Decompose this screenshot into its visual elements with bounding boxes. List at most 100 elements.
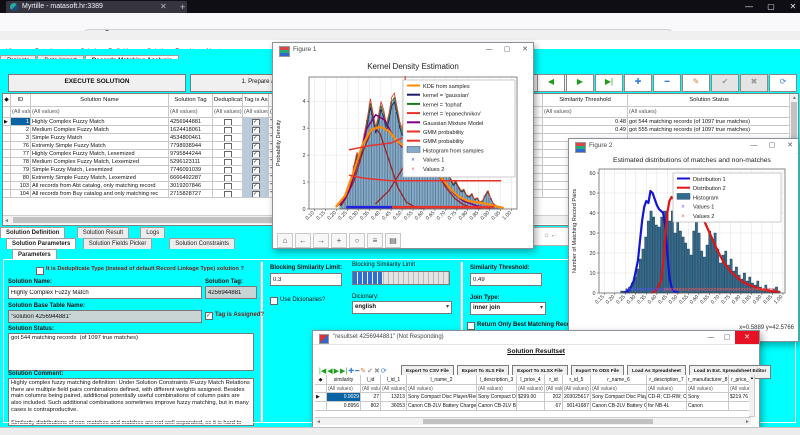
cell-r_description_7[interactable]: CD-R; CD-RW; C [647, 393, 687, 402]
cell-r_name_6[interactable]: Canon CB-2LV Battery Charg [591, 402, 647, 411]
column-header[interactable]: l_description_3 [477, 375, 517, 385]
join-type-select[interactable]: inner join [470, 302, 546, 315]
resultset-maximize-icon[interactable]: ▢ [719, 331, 735, 344]
cell-dedup[interactable] [213, 118, 243, 126]
column-header[interactable]: r_id [545, 375, 563, 385]
column-header[interactable]: Similarity Threshold [543, 94, 628, 107]
assigned-checkbox[interactable] [252, 134, 260, 141]
cell-tag[interactable]: 9795844244 [169, 150, 213, 158]
cell-pin[interactable] [3, 142, 11, 150]
delete-record-button[interactable]: ━ [653, 74, 681, 92]
scroll-thumb[interactable] [13, 217, 313, 223]
cell-dedup[interactable] [213, 150, 243, 158]
next-record-icon[interactable]: ▶ [334, 367, 339, 375]
column-header[interactable]: r_id_5 [563, 375, 591, 385]
dedup-checkbox[interactable] [224, 182, 232, 189]
row-marker[interactable]: ▶ [315, 393, 327, 402]
cell-name[interactable]: All records from Buy catalog and only ma… [31, 190, 169, 198]
cell-dedup[interactable] [213, 182, 243, 190]
cell-tag[interactable]: 5296123111 [169, 158, 213, 166]
cell-r_id[interactable]: 67 [545, 402, 563, 411]
dedup-checkbox[interactable] [224, 174, 232, 181]
filter-cell[interactable] [315, 385, 327, 393]
filter-cell[interactable]: (All values) [361, 385, 381, 393]
add-record-button[interactable]: ✚ [624, 74, 652, 92]
column-header[interactable]: r_name_6 [591, 375, 647, 385]
refresh-icon[interactable]: ⟳ [381, 367, 387, 375]
filter-cell[interactable]: (All values) [517, 385, 545, 393]
filter-cell[interactable]: (All values) [327, 385, 361, 393]
browser-close-icon[interactable]: ✕ [784, 0, 800, 13]
cell-l_name_2[interactable]: Canon CB-2LV Battery Charger - [407, 402, 477, 411]
cell-threshold[interactable]: 0.49 [543, 126, 628, 134]
column-header[interactable]: ◆ [3, 94, 11, 107]
plot-forward-icon[interactable]: → [313, 233, 329, 248]
filter-cell[interactable]: (All values) [169, 107, 213, 118]
column-header[interactable]: l_price_4 [517, 375, 545, 385]
column-header[interactable]: Solution Name [31, 94, 169, 107]
filter-cell[interactable] [3, 107, 11, 118]
cell-l_name_2[interactable]: Sony Compact Disc Player/Recor [407, 393, 477, 402]
cell-l_description_3[interactable]: Canon CB-2LV B [477, 402, 517, 411]
filter-cell[interactable]: (All values) [11, 107, 31, 118]
filter-cell[interactable]: (All values) [213, 107, 243, 118]
filter-cell[interactable]: (All values) [477, 385, 517, 393]
cell-tag[interactable]: 3019207846 [169, 182, 213, 190]
cell-l_price_4[interactable]: $299.00 [517, 393, 545, 402]
cell-r_manufacturer_8[interactable]: Sony [687, 393, 729, 402]
cell-status[interactable]: got 555 matching records (of 1097 true m… [628, 126, 791, 134]
dedup-type-checkbox[interactable] [36, 267, 44, 275]
cell-dedup[interactable] [213, 142, 243, 150]
column-header[interactable]: l_name_2 [407, 375, 477, 385]
refresh-button[interactable]: ⟳ [769, 74, 797, 92]
filter-cell[interactable]: (All values) [31, 107, 169, 118]
cell-id[interactable]: 78 [11, 158, 31, 166]
cell-l_id[interactable]: 802 [361, 402, 381, 411]
cell-name[interactable]: All records from Abt catalog, only match… [31, 182, 169, 190]
cell-l_id_1[interactable]: 13213 [381, 393, 407, 402]
browser-maximize-icon[interactable]: ▢ [762, 0, 780, 13]
column-header[interactable]: ◆ [315, 375, 327, 385]
filter-cell[interactable]: (All values) [243, 107, 269, 118]
figure2-close-icon[interactable]: ✕ [782, 139, 798, 152]
cell-r_name_6[interactable]: Sony Compact Disc Player/R [591, 393, 647, 402]
cell-name[interactable]: Simple Fuzzy Match, Lexemized [31, 166, 169, 174]
dedup-checkbox[interactable] [224, 118, 232, 125]
cell-assigned[interactable] [243, 158, 269, 166]
dedup-checkbox[interactable] [224, 190, 232, 197]
scroll-thumb[interactable] [423, 419, 653, 424]
dedup-checkbox[interactable] [224, 134, 232, 141]
confirm-edit-button[interactable]: ✔ [711, 74, 739, 92]
cell-id[interactable]: 3 [11, 134, 31, 142]
cell-name[interactable]: Highly Complex Fuzzy Match, Lexemized [31, 150, 169, 158]
figure1-window[interactable]: Figure 1 — ▢ ✕ 0.10 0.15 0.20 0.25 0.30 0.35 0… [272, 42, 534, 249]
cell-pin[interactable] [3, 150, 11, 158]
cell-dedup[interactable] [213, 134, 243, 142]
first-record-icon[interactable]: |◀ [319, 367, 326, 375]
panel-tab-solution-constraints[interactable]: Solution Constraints [169, 238, 235, 249]
cell-l_id_1[interactable]: 36053 [381, 402, 407, 411]
cell-r_manufacturer_8[interactable]: Canon [687, 402, 729, 411]
plot-back-icon[interactable]: ← [295, 233, 311, 248]
cell-tag[interactable]: 7746091039 [169, 166, 213, 174]
result-row[interactable]: 0.8956 802 36053 Canon CB-2LV Battery Charg… [315, 402, 755, 411]
figure1-title-bar[interactable]: Figure 1 — ▢ ✕ [273, 43, 533, 58]
scroll-left-icon[interactable]: ◄ [316, 418, 321, 426]
assigned-checkbox[interactable] [252, 142, 260, 149]
cell-assigned[interactable] [243, 142, 269, 150]
cell-tag[interactable]: 2715828727 [169, 190, 213, 198]
cell-r_id_5[interactable]: 90141687 [563, 402, 591, 411]
assigned-checkbox[interactable] [252, 190, 260, 197]
dictionary-select[interactable]: english [352, 301, 452, 314]
resultset-close-icon[interactable]: ✕ [735, 331, 759, 344]
blocking-limit-input[interactable] [270, 273, 342, 286]
panel-tab-solution-result[interactable]: Solution Result [76, 227, 130, 238]
base-table-input[interactable] [8, 310, 202, 323]
cell-l_description_3[interactable]: Sony Compact D [477, 393, 517, 402]
cell-r_description_7[interactable]: for NB-4L [647, 402, 687, 411]
dedup-checkbox[interactable] [224, 150, 232, 157]
cell-name[interactable]: Medium Complex Fuzzy Match, Lexemized [31, 158, 169, 166]
blocking-limit-slider[interactable] [352, 271, 450, 285]
cell-dedup[interactable] [213, 190, 243, 198]
filter-cell[interactable]: (All values) [628, 107, 791, 118]
